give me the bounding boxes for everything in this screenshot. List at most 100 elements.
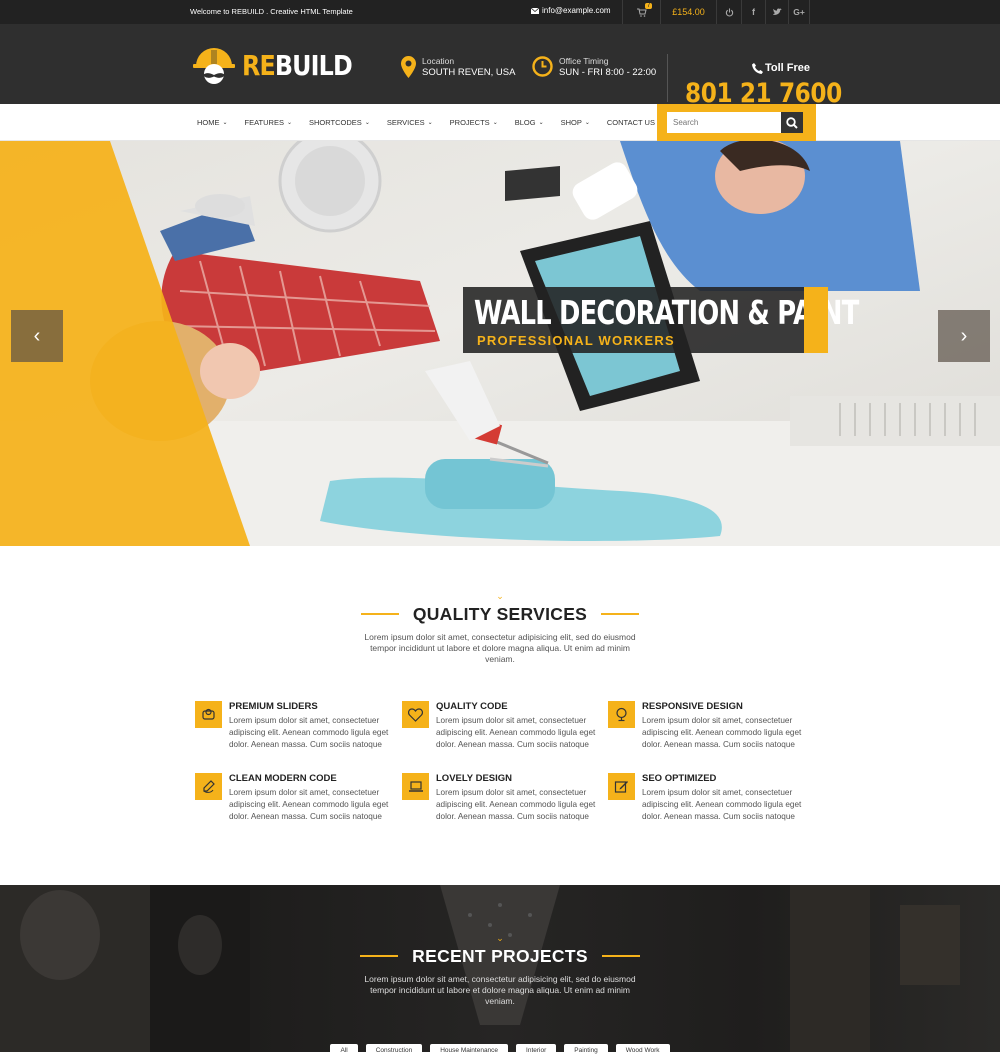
search-box <box>657 104 816 141</box>
service-title: PREMIUM SLIDERS <box>229 701 318 712</box>
services-intro: Lorem ipsum dolor sit amet, consectetur … <box>364 631 636 664</box>
cart-total-text: £154.00 <box>672 7 705 17</box>
main-navigation: HOME ⌄ FEATURES ⌄ SHORTCODES ⌄ SERVICES ⌄ PR… <box>0 104 1000 141</box>
nav-item-contact[interactable]: CONTACT US⌄ <box>607 118 663 127</box>
search-button[interactable] <box>781 112 803 133</box>
filter-construction[interactable]: Construction <box>365 1044 423 1057</box>
service-text: Lorem ipsum dolor sit amet, consectetuer… <box>642 788 802 821</box>
hero-subtitle: PROFESSIONAL WORKERS <box>477 333 675 348</box>
title-line-left <box>360 955 399 957</box>
service-title: CLEAN MODERN CODE <box>229 773 337 784</box>
chevron-down-icon: ⌄ <box>427 120 433 126</box>
services-title: QUALITY SERVICES <box>360 604 640 625</box>
service-text: Lorem ipsum dolor sit amet, consectetuer… <box>436 788 596 821</box>
googleplus-link[interactable]: G+ <box>788 0 810 24</box>
edit-icon <box>608 773 635 800</box>
twitter-link[interactable] <box>765 0 788 24</box>
globe-icon <box>608 701 635 728</box>
email-text: info@example.com <box>542 6 611 15</box>
nav-item-home[interactable]: HOME ⌄ <box>197 118 228 127</box>
service-text: Lorem ipsum dolor sit amet, consectetuer… <box>229 788 389 821</box>
chevron-right-icon: › <box>960 324 968 347</box>
nav-item-features[interactable]: FEATURES ⌄ <box>245 118 292 127</box>
toll-free-label: Toll Free <box>752 62 810 74</box>
filter-interior[interactable]: Interior <box>516 1044 557 1057</box>
logo-text: REBUILD <box>242 48 353 82</box>
facebook-icon: f <box>752 7 755 17</box>
timing-label: Office Timing <box>559 56 609 66</box>
title-line-right <box>601 955 640 957</box>
heart-icon <box>402 701 429 728</box>
timing-value: SUN - FRI 8:00 - 22:00 <box>559 67 657 78</box>
phone-icon <box>752 62 763 74</box>
service-text: Lorem ipsum dolor sit amet, consectetuer… <box>229 716 389 749</box>
services-header: ⌄ QUALITY SERVICES Lorem ipsum dolor sit… <box>0 591 1000 665</box>
hero-caption: WALL DECORATION & PAINT PROFESSIONAL WOR… <box>463 287 859 353</box>
hero-slider: WALL DECORATION & PAINT PROFESSIONAL WOR… <box>0 141 1000 546</box>
facebook-link[interactable]: f <box>741 0 765 24</box>
recent-projects-section: ⌄ RECENT PROJECTS Lorem ipsum dolor sit … <box>0 885 1000 1052</box>
service-text: Lorem ipsum dolor sit amet, consectetuer… <box>642 716 802 749</box>
nav-item-blog[interactable]: BLOG ⌄ <box>515 118 544 127</box>
chevron-down-icon: ⌄ <box>496 933 504 943</box>
location-label: Location <box>422 56 455 66</box>
nav-item-shortcodes[interactable]: SHORTCODES ⌄ <box>309 118 370 127</box>
service-title: RESPONSIVE DESIGN <box>642 701 743 712</box>
projects-header: ⌄ RECENT PROJECTS Lorem ipsum dolor sit … <box>0 933 1000 1007</box>
filter-all[interactable]: All <box>330 1044 358 1057</box>
project-filters: All Construction House Maintenance Inter… <box>0 1044 1000 1057</box>
site-logo[interactable]: REBUILD <box>190 44 371 86</box>
site-header: REBUILD Location SOUTH REVEN, USA Office… <box>0 24 1000 109</box>
twitter-icon <box>772 8 782 15</box>
chevron-down-icon: ⌄ <box>222 120 228 126</box>
chevron-down-icon: ⌄ <box>492 120 498 126</box>
service-title: LOVELY DESIGN <box>436 773 513 784</box>
chevron-down-icon: ⌄ <box>584 120 590 126</box>
cart-button[interactable]: 7 <box>622 0 660 24</box>
projects-intro: Lorem ipsum dolor sit amet, consectetur … <box>364 973 636 1006</box>
slider-prev-button[interactable]: ‹ <box>11 310 63 362</box>
power-icon <box>725 7 733 16</box>
chevron-down-icon: ⌄ <box>364 120 370 126</box>
pen-icon <box>195 773 222 800</box>
search-icon <box>786 116 798 129</box>
location-value: SOUTH REVEN, USA <box>422 67 516 78</box>
cart-count-badge: 7 <box>645 3 653 9</box>
clock-icon <box>532 56 553 77</box>
hero-title: WALL DECORATION & PAINT <box>474 293 859 332</box>
email-link[interactable]: info@example.com <box>531 6 611 15</box>
caption-accent-bar <box>804 287 828 353</box>
map-marker-icon <box>401 56 416 78</box>
slider-next-button[interactable]: › <box>938 310 990 362</box>
chevron-down-icon: ⌄ <box>286 120 293 126</box>
googleplus-icon: G+ <box>793 7 805 17</box>
service-text: Lorem ipsum dolor sit amet, consectetuer… <box>436 716 596 749</box>
nav-item-projects[interactable]: PROJECTS ⌄ <box>450 118 498 127</box>
cart-total[interactable]: £154.00 <box>660 0 716 24</box>
location-info: Location SOUTH REVEN, USA <box>401 56 515 78</box>
helmet-logo-icon <box>193 48 235 84</box>
title-line-left <box>360 613 399 615</box>
filter-wood-work[interactable]: Wood Work <box>615 1044 670 1057</box>
projects-title: RECENT PROJECTS <box>360 946 640 967</box>
chevron-down-icon: ⌄ <box>496 591 504 601</box>
cart-icon <box>636 8 647 17</box>
office-timing-info: Office Timing SUN - FRI 8:00 - 22:00 <box>532 56 656 78</box>
top-bar: Welcome to REBUILD . Creative HTML Templ… <box>0 0 1000 24</box>
title-line-right <box>601 613 640 615</box>
nav-item-shop[interactable]: SHOP ⌄ <box>561 118 590 127</box>
envelope-icon <box>531 7 539 14</box>
service-title: SEO OPTIMIZED <box>642 773 717 784</box>
welcome-text: Welcome to REBUILD . Creative HTML Templ… <box>190 7 353 16</box>
filter-house-maintenance[interactable]: House Maintenance <box>430 1044 509 1057</box>
login-button[interactable] <box>716 0 741 24</box>
service-title: QUALITY CODE <box>436 701 508 712</box>
nav-item-services[interactable]: SERVICES ⌄ <box>387 118 433 127</box>
search-input[interactable] <box>667 112 781 133</box>
filter-painting[interactable]: Painting <box>564 1044 608 1057</box>
slider-icon <box>195 701 222 728</box>
chevron-left-icon: ‹ <box>33 324 41 347</box>
header-divider <box>667 54 668 102</box>
laptop-icon <box>402 773 429 800</box>
chevron-down-icon: ⌄ <box>538 120 544 126</box>
